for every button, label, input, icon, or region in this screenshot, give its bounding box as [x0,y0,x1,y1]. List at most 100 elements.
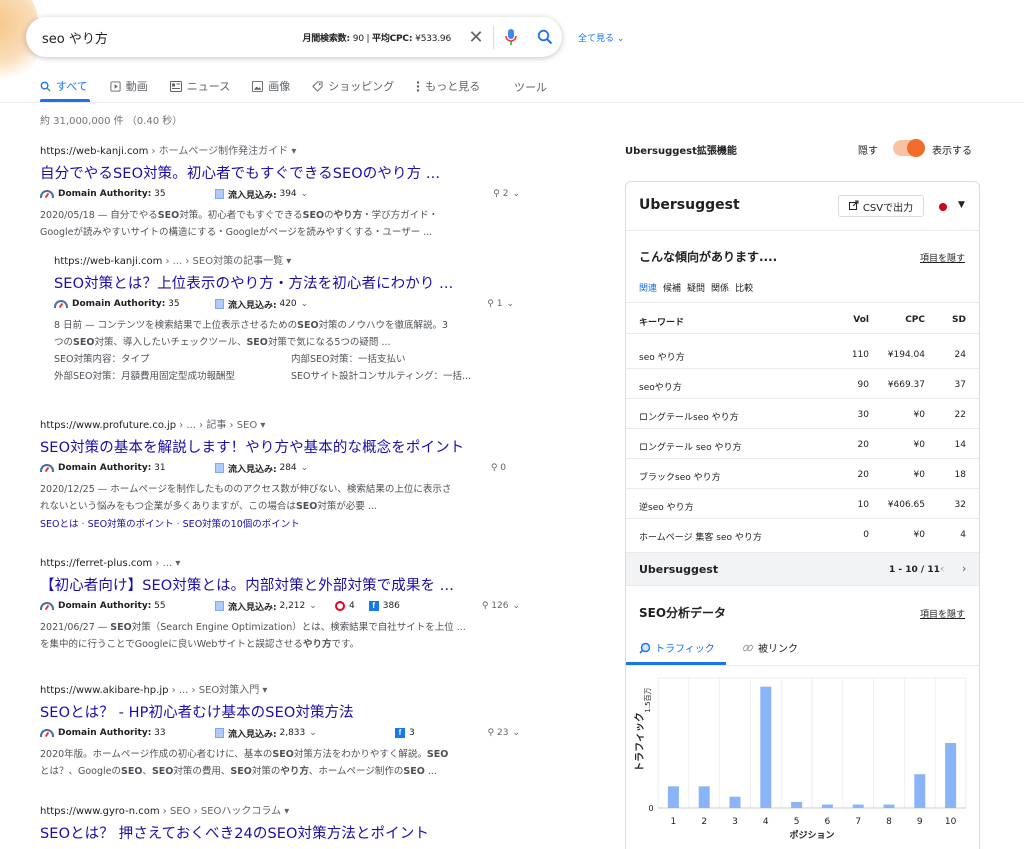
backlink-count[interactable]: ⚲ 1 ⌄ [487,299,514,309]
result-title[interactable]: SEO対策の基本を解説します！やり方や基本的な概念をポイント [40,436,520,457]
hide-item-link[interactable]: 項目を隠す [920,251,965,264]
result-facts: SEO対策内容：タイプ 内部SEO対策：一括支払い 外部SEO対策：月額費用固定… [54,351,514,385]
y-tick-label: 0 [648,804,653,813]
tab-shopping[interactable]: ショッピング [312,76,394,96]
chart-bar [760,686,772,808]
table-row[interactable]: 逆seo やり方 10 ¥406.65 32 [626,489,979,519]
subtab-related[interactable]: 関連 [639,281,657,294]
sitelink[interactable]: SEOとは [40,519,79,530]
tab-label: すべて [56,80,88,93]
table-row[interactable]: ブラックseo やり方 20 ¥0 18 [626,459,979,489]
sitelink[interactable]: SEO対策の10個のポイント [183,519,300,530]
tab-images[interactable]: 画像 [252,76,290,96]
result-url[interactable]: https://www.gyro-n.com › SEO › SEOハックコラム… [40,802,520,817]
keyword-cell: ロングテールseo やり方 [639,413,739,423]
chevron-down-icon: ⌄ [300,463,309,473]
search-icon [639,642,651,654]
domain-authority: Domain Authority: 31 [40,463,215,473]
table-row[interactable]: seo やり方 110 ¥194.04 24 [626,339,979,369]
backlink-count[interactable]: ⚲ 126 ⌄ [482,601,520,611]
chart-bar [791,801,803,808]
result-url[interactable]: https://ferret-plus.com › ... ▾ [40,558,520,569]
sitelink[interactable]: SEO対策のポイント [88,519,174,530]
x-tick-label: 4 [763,817,769,827]
result-title[interactable]: SEO対策とは？上位表示のやり方・方法を初心者にわかり ... [54,272,514,293]
chart-bar [945,743,957,808]
tab-backlinks[interactable]: 被リンク [742,640,798,655]
traffic-estimate[interactable]: 流入見込み: 284 ⌄ [215,462,335,475]
backlink-count[interactable]: ⚲ 2 ⌄ [493,189,520,199]
traffic-estimate[interactable]: 流入見込み: 420 ⌄ [215,298,335,311]
table-row[interactable]: ロングテール seo やり方 20 ¥0 14 [626,429,979,459]
sd-cell: 14 [954,440,966,450]
keyword-cell: 逆seo やり方 [639,503,694,513]
link-icon: ⚲ [493,189,503,199]
x-tick-label: 6 [825,817,831,827]
subtab-relations[interactable]: 関係 [711,281,729,294]
result-url[interactable]: https://web-kanji.com › ホームページ制作発注ガイド ▾ [40,142,520,157]
tab-all[interactable]: すべて [40,76,88,96]
table-row[interactable]: seoやり方 90 ¥669.37 37 [626,369,979,399]
result-snippet: 8 日前 — コンテンツを検索結果で上位表示させるためのSEO対策のノウハウを徹… [54,320,449,348]
result-title[interactable]: SEOとは？ - HP初心者むけ基本のSEO対策方法 [40,701,520,722]
chart-bar [883,804,895,808]
prev-page-button[interactable]: ‹ [940,562,944,575]
col-keyword[interactable]: キーワード [639,315,684,328]
result-url[interactable]: https://www.profuture.co.jp › ... › 記事 ›… [40,416,520,431]
mic-icon[interactable] [494,28,528,46]
subtab-comparisons[interactable]: 比較 [735,281,753,294]
x-tick-label: 10 [945,817,957,827]
col-vol[interactable]: Vol [853,315,869,325]
traffic-estimate[interactable]: 流入見込み: 394 ⌄ [215,188,335,201]
backlink-count[interactable]: ⚲ 0 [491,463,506,473]
subtab-suggestions[interactable]: 候補 [663,281,681,294]
csv-export-button[interactable]: CSVで出力 [838,195,924,217]
x-tick-label: 9 [917,817,923,827]
search-box[interactable]: seo やり方 月間検索数: 90 | 平均CPC: ¥533.96 ✕ [26,17,562,57]
chevron-down-icon: ⌄ [512,189,520,199]
tools-button[interactable]: ツール [514,79,547,95]
tab-news[interactable]: ニュース [169,76,230,96]
panel-divider [626,230,979,231]
vol-cell: 30 [857,410,869,420]
table-row[interactable]: ロングテールseo やり方 30 ¥0 22 [626,399,979,429]
result-title[interactable]: 【初心者向け】SEO対策とは。内部対策と外部対策で成果を ... [40,574,520,595]
x-tick-label: 8 [886,817,892,827]
backlink-count[interactable]: ⚲ 23 ⌄ [488,728,520,738]
col-sd[interactable]: SD [952,315,966,325]
tab-videos[interactable]: 動画 [110,76,148,96]
chevron-down-icon: ⌄ [512,601,520,611]
tab-more[interactable]: もっと見る [416,76,480,96]
result-url[interactable]: https://web-kanji.com › ... › SEO対策の記事一覧… [54,252,514,267]
table-row[interactable]: ホームページ 集客 seo やり方 0 ¥0 4 [626,519,979,549]
result-title[interactable]: SEOとは？ 押さえておくべき24のSEO対策方法とポイント [40,822,520,843]
trend-title: こんな傾向があります.... [639,250,778,264]
search-result: https://www.akibare-hp.jp › ... › SEO対策入… [40,681,520,780]
next-page-button[interactable]: › [962,562,966,575]
hide-item-link[interactable]: 項目を隠す [920,607,965,620]
result-title[interactable]: 自分でやるSEO対策。初心者でもすぐできるSEOのやり方 ... [40,162,520,183]
traffic-estimate[interactable]: 流入見込み: 2,833 ⌄ [215,727,395,740]
sd-cell: 32 [954,500,966,510]
tab-traffic[interactable]: トラフィック [639,640,715,655]
x-axis-label: ポジション [789,829,834,841]
col-cpc[interactable]: CPC [905,315,925,325]
search-icon[interactable] [528,29,562,45]
search-input[interactable]: seo やり方 [42,28,108,47]
traffic-estimate[interactable]: 流入見込み: 2,212 ⌄ [215,600,335,613]
search-result: https://www.gyro-n.com › SEO › SEOハックコラム… [40,802,520,843]
see-all-link[interactable]: 全て見る ⌄ [578,31,624,44]
vol-cell: 90 [857,380,869,390]
vol-cell: 10 [857,500,869,510]
status-dot[interactable] [939,203,947,211]
clear-icon[interactable]: ✕ [459,27,493,48]
chevron-down-icon: ⌄ [512,728,520,738]
facebook-icon: f [368,601,379,611]
x-tick-label: 3 [732,817,738,827]
subtab-questions[interactable]: 疑問 [687,281,705,294]
tab-label: ショッピング [328,80,395,93]
result-url[interactable]: https://www.akibare-hp.jp › ... › SEO対策入… [40,681,520,696]
sd-cell: 22 [954,410,966,420]
extension-toggle[interactable] [893,139,925,157]
chevron-down-icon[interactable]: ▼ [958,200,965,210]
